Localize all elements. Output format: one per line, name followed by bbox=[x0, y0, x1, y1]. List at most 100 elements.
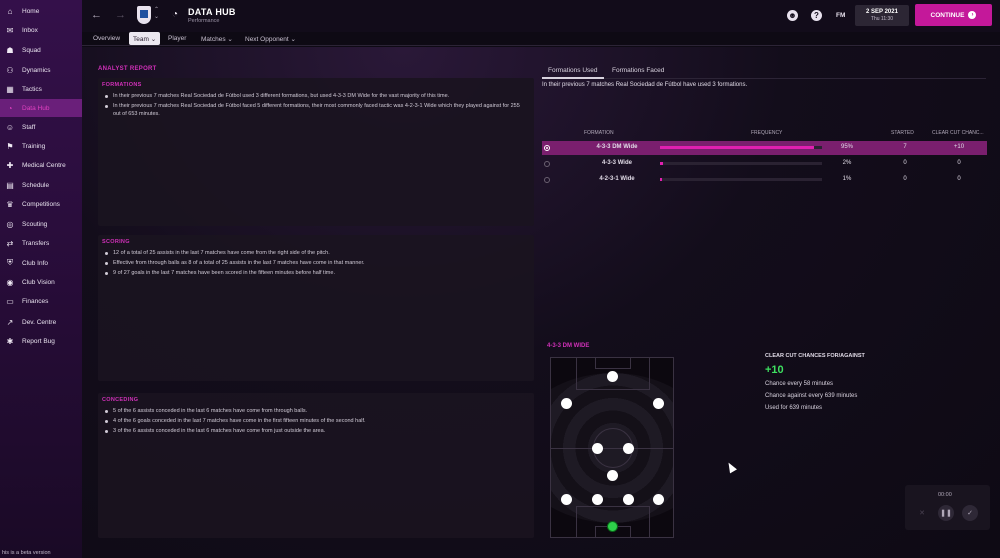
sidebar-item-club-vision[interactable]: ◉ Club Vision bbox=[0, 273, 82, 291]
page-subtitle: Performance bbox=[188, 18, 220, 24]
ccc-title: CLEAR CUT CHANCES FOR/AGAINST bbox=[765, 353, 865, 359]
sidebar-item-label: Dynamics bbox=[22, 66, 51, 74]
back-arrow-icon[interactable]: ← bbox=[91, 9, 102, 21]
data-hub-icon: ◔ bbox=[7, 103, 13, 113]
tab-formations-faced[interactable]: Formations Faced bbox=[612, 67, 664, 74]
tab-divider bbox=[82, 45, 1000, 46]
tab-matches[interactable]: Matches ⌄ bbox=[201, 32, 233, 45]
pause-icon[interactable]: ❚❚ bbox=[938, 505, 954, 521]
row-radio[interactable] bbox=[544, 161, 550, 167]
top-bar: ← → ⌃ ⌄ ◔ DATA HUB Performance ☻ ? FM 2 S… bbox=[82, 0, 1000, 32]
tab-team[interactable]: Team ⌄ bbox=[129, 32, 161, 45]
dynamics-icon: ⚇ bbox=[6, 65, 14, 75]
sidebar-item-label: Tactics bbox=[22, 85, 42, 93]
player-right-winger[interactable] bbox=[653, 398, 664, 409]
table-row[interactable]: 4-2-3-1 Wide 1% 0 0 bbox=[542, 173, 987, 187]
table-row[interactable]: 4-3-3 DM Wide 95% 7 +10 bbox=[542, 141, 987, 155]
frequency-bar bbox=[660, 146, 822, 149]
sidebar-item-medical-centre[interactable]: ✚ Medical Centre bbox=[0, 156, 82, 174]
ccc-chance-against: Chance against every 639 minutes bbox=[765, 393, 858, 399]
sidebar-item-home[interactable]: ⌂ Home bbox=[0, 2, 82, 20]
list-item: 12 of a total of 25 assists in the last … bbox=[104, 250, 524, 258]
sidebar-item-schedule[interactable]: ▤ Schedule bbox=[0, 176, 82, 194]
sidebar-item-label: Inbox bbox=[22, 26, 38, 34]
player-right-back[interactable] bbox=[653, 494, 664, 505]
sidebar-item-tactics[interactable]: ▦ Tactics bbox=[0, 80, 82, 98]
sidebar-item-training[interactable]: ⚑ Training bbox=[0, 137, 82, 155]
started-count: 0 bbox=[903, 160, 907, 166]
sidebar-item-label: Finances bbox=[22, 297, 49, 305]
tab-next-opponent[interactable]: Next Opponent ⌄ bbox=[245, 32, 296, 45]
player-right-central-midfielder[interactable] bbox=[623, 443, 634, 454]
player-left-central-midfielder[interactable] bbox=[592, 443, 603, 454]
clear-cut-chances: 0 bbox=[957, 176, 961, 182]
sidebar-item-label: Scouting bbox=[22, 220, 48, 228]
sidebar-item-competitions[interactable]: ♛ Competitions bbox=[0, 195, 82, 213]
trophy-icon: ♛ bbox=[6, 199, 14, 209]
table-row[interactable]: 4-3-3 Wide 2% 0 0 bbox=[542, 157, 987, 171]
sidebar-item-squad[interactable]: ☗ Squad bbox=[0, 41, 82, 59]
sidebar-item-finances[interactable]: ▭ Finances bbox=[0, 292, 82, 310]
club-crest-icon[interactable] bbox=[137, 6, 151, 24]
sidebar-item-data-hub[interactable]: ◔ Data Hub bbox=[0, 99, 82, 117]
sidebar-item-staff[interactable]: ☺ Staff bbox=[0, 118, 82, 136]
frequency-percent: 95% bbox=[840, 144, 853, 150]
sidebar-item-club-info[interactable]: ⛨ Club Info bbox=[0, 254, 82, 272]
continue-label: CONTINUE bbox=[930, 11, 965, 19]
sidebar-item-label: Competitions bbox=[22, 200, 60, 208]
frequency-percent: 1% bbox=[842, 176, 852, 182]
tab-formations-used[interactable]: Formations Used bbox=[548, 67, 598, 74]
formation-name: 4-3-3 Wide bbox=[602, 160, 632, 166]
sidebar-item-transfers[interactable]: ⇄ Transfers bbox=[0, 234, 82, 252]
sidebar-item-dynamics[interactable]: ⚇ Dynamics bbox=[0, 61, 82, 79]
frequency-percent: 2% bbox=[842, 160, 852, 166]
pitch-formation-title: 4-3-3 DM WIDE bbox=[547, 343, 590, 349]
list-item: 4 of the 6 goals conceded in the last 7 … bbox=[104, 418, 524, 426]
forward-arrow-icon[interactable]: → bbox=[115, 9, 126, 21]
sidebar-item-label: Club Info bbox=[22, 259, 49, 267]
close-icon[interactable]: ✕ bbox=[914, 505, 930, 521]
ccc-chance-for: Chance every 58 minutes bbox=[765, 381, 834, 387]
playback-time: 00:00 bbox=[938, 492, 952, 498]
player-right-centre-back[interactable] bbox=[623, 494, 634, 505]
sidebar-item-label: Staff bbox=[22, 123, 36, 131]
social-feed-icon[interactable]: ☻ bbox=[787, 10, 798, 21]
sidebar-item-label: Schedule bbox=[22, 181, 50, 189]
check-icon[interactable]: ✓ bbox=[962, 505, 978, 521]
scoring-report-list: 12 of a total of 25 assists in the last … bbox=[104, 250, 524, 280]
header-clear-cut-chances: CLEAR CUT CHANC... bbox=[932, 130, 984, 136]
continue-button[interactable]: CONTINUE › bbox=[915, 4, 992, 26]
top-six-yard-box bbox=[595, 358, 631, 369]
club-switch-arrows-icon[interactable]: ⌃ ⌄ bbox=[154, 7, 159, 21]
player-left-winger[interactable] bbox=[561, 398, 572, 409]
player-striker[interactable] bbox=[607, 371, 618, 382]
tactics-icon: ▦ bbox=[6, 84, 14, 94]
dev-centre-icon: ↗ bbox=[6, 317, 14, 327]
player-left-back[interactable] bbox=[561, 494, 572, 505]
player-left-centre-back[interactable] bbox=[592, 494, 603, 505]
sidebar-item-label: Medical Centre bbox=[22, 161, 66, 169]
analyst-report-title: ANALYST REPORT bbox=[98, 66, 157, 72]
row-radio[interactable] bbox=[544, 145, 550, 151]
row-radio[interactable] bbox=[544, 177, 550, 183]
list-item: 5 of the 6 assists conceded in the last … bbox=[104, 408, 524, 416]
sidebar-item-dev-centre[interactable]: ↗ Dev. Centre bbox=[0, 313, 82, 331]
date-display[interactable]: 2 SEP 2021 Thu 11:30 bbox=[855, 5, 909, 26]
sidebar-item-scouting[interactable]: ◎ Scouting bbox=[0, 215, 82, 233]
started-count: 0 bbox=[903, 176, 907, 182]
tab-player[interactable]: Player bbox=[168, 32, 186, 45]
formation-name: 4-2-3-1 Wide bbox=[599, 176, 635, 182]
fm-menu-button[interactable]: FM bbox=[836, 12, 845, 19]
player-goalkeeper[interactable] bbox=[607, 521, 618, 532]
sidebar-item-report-bug[interactable]: ✱ Report Bug bbox=[0, 332, 82, 350]
transfers-icon: ⇄ bbox=[6, 238, 14, 248]
list-item: 9 of 27 goals in the last 7 matches have… bbox=[104, 270, 524, 278]
active-tab-indicator bbox=[542, 77, 604, 79]
sidebar-item-label: Data Hub bbox=[22, 104, 50, 112]
tab-overview[interactable]: Overview bbox=[93, 32, 120, 45]
header-started: STARTED bbox=[891, 130, 914, 136]
sidebar-item-inbox[interactable]: ✉ Inbox bbox=[0, 21, 82, 39]
player-defensive-midfielder[interactable] bbox=[607, 470, 618, 481]
help-icon[interactable]: ? bbox=[811, 10, 822, 21]
list-item: In their previous 7 matches Real Socieda… bbox=[104, 93, 524, 101]
